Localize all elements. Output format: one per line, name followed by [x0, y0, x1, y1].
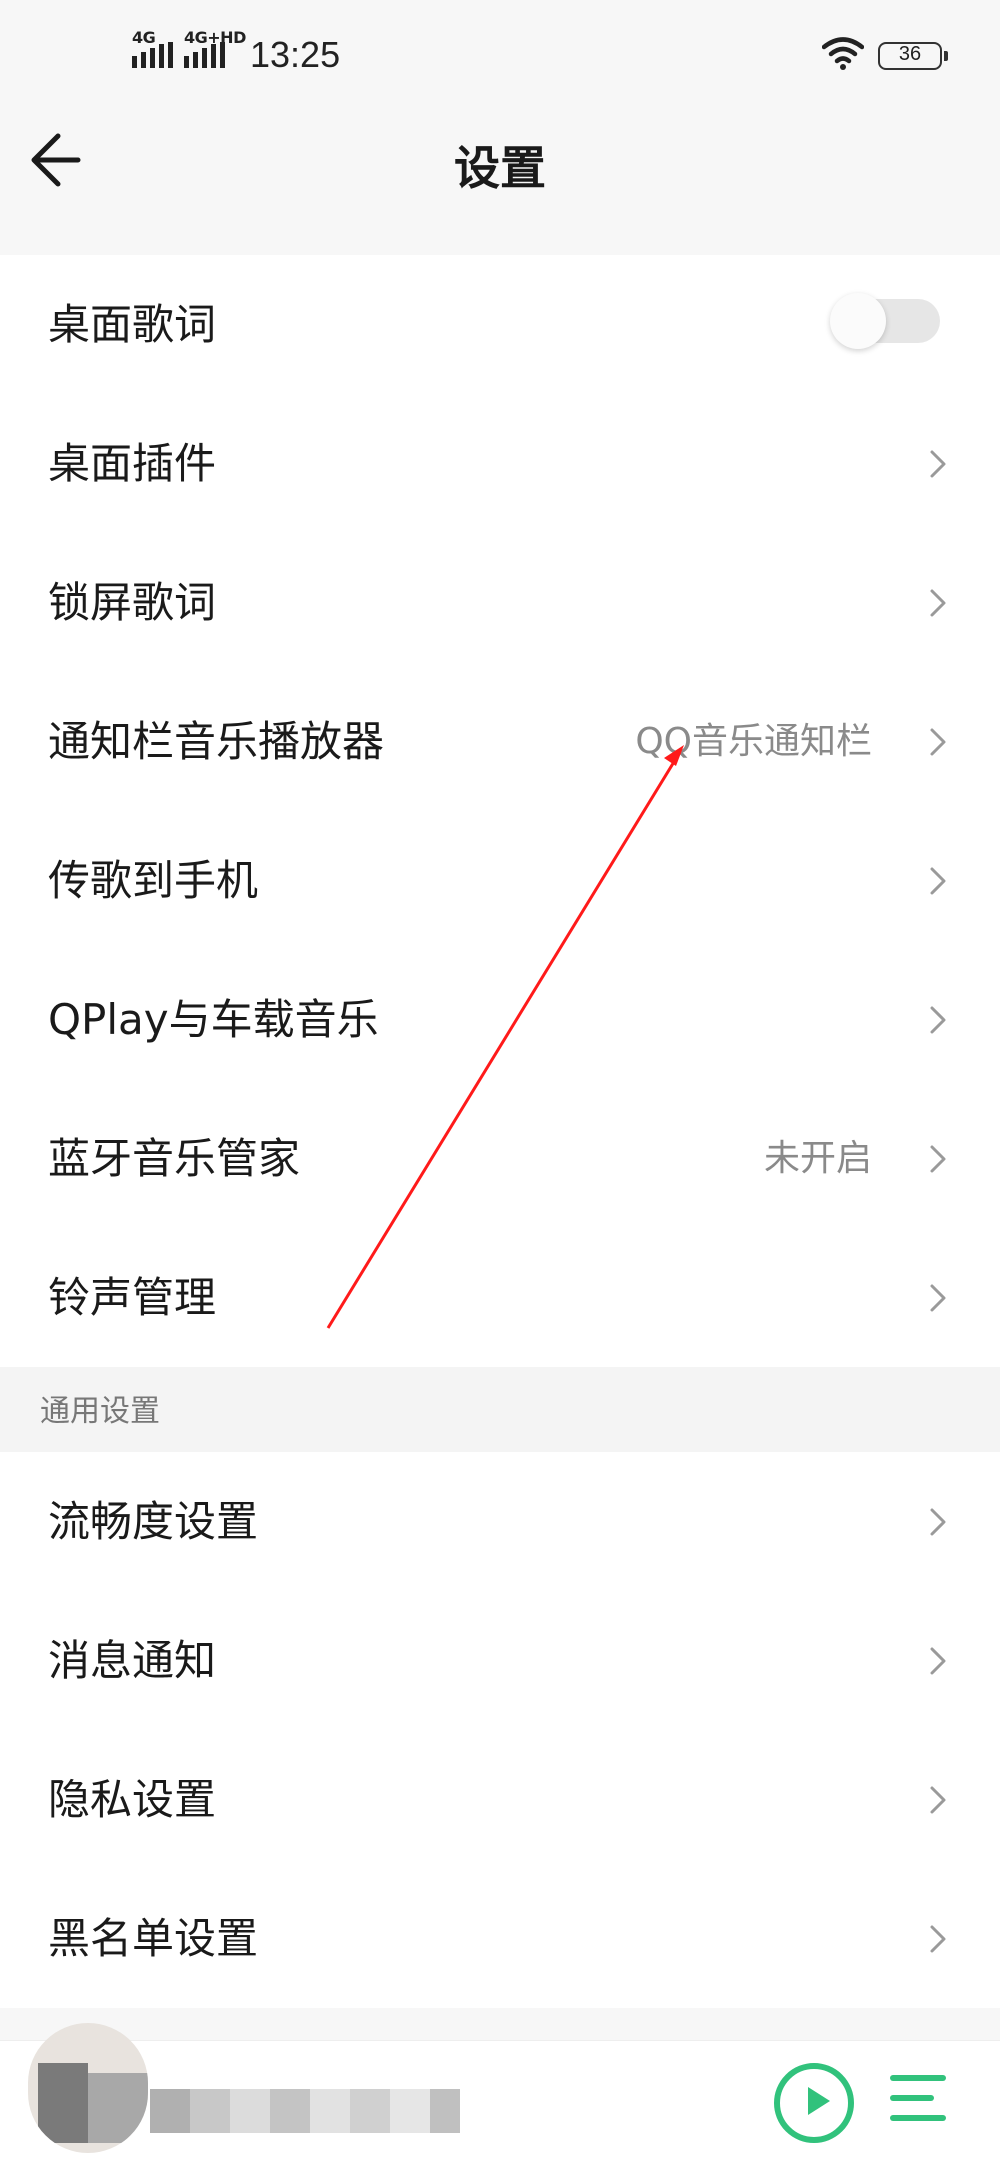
- album-art[interactable]: [28, 2023, 148, 2153]
- section-header-general: 通用设置: [0, 1367, 1000, 1452]
- chevron-right-icon: [930, 1508, 946, 1536]
- setting-label: 黑名单设置: [48, 1914, 259, 1963]
- sim2-signal-icon: 4G+HD: [184, 28, 246, 68]
- settings-group-main: 桌面歌词 桌面插件 锁屏歌词 通知栏音乐播放器 QQ音乐通知栏 传歌到手机 QP…: [0, 255, 1000, 1367]
- page-title: 设置: [454, 141, 546, 195]
- setting-label: QPlay与车载音乐: [48, 995, 379, 1044]
- setting-value: 未开启: [763, 1138, 872, 1179]
- setting-label: 隐私设置: [48, 1775, 217, 1824]
- setting-desktop-lyrics[interactable]: 桌面歌词: [0, 255, 1000, 394]
- setting-label: 铃声管理: [48, 1273, 217, 1322]
- battery-level: 36: [898, 43, 922, 65]
- setting-label: 传歌到手机: [48, 856, 259, 905]
- chevron-right-icon: [930, 728, 946, 756]
- chevron-right-icon: [930, 1006, 946, 1034]
- settings-group-general: 流畅度设置 消息通知 隐私设置 黑名单设置: [0, 1452, 1000, 2008]
- chevron-right-icon: [930, 450, 946, 478]
- chevron-right-icon: [930, 1145, 946, 1173]
- chevron-right-icon: [930, 1284, 946, 1312]
- play-circle-icon[interactable]: [774, 2063, 854, 2143]
- setting-message-notification[interactable]: 消息通知: [0, 1591, 1000, 1730]
- sim1-label: 4G: [132, 28, 156, 47]
- setting-label: 桌面歌词: [48, 300, 217, 349]
- setting-label: 消息通知: [48, 1636, 217, 1685]
- battery-icon: 36: [878, 42, 948, 70]
- setting-label: 通知栏音乐播放器: [48, 717, 385, 766]
- section-title: 通用设置: [40, 1394, 160, 1429]
- desktop-lyrics-toggle[interactable]: [830, 293, 940, 349]
- setting-qplay-car[interactable]: QPlay与车载音乐: [0, 950, 1000, 1089]
- chevron-right-icon: [930, 867, 946, 895]
- setting-label: 桌面插件: [48, 439, 217, 488]
- setting-privacy[interactable]: 隐私设置: [0, 1730, 1000, 1869]
- setting-notification-player[interactable]: 通知栏音乐播放器 QQ音乐通知栏: [0, 672, 1000, 811]
- sim2-label: 4G+HD: [184, 28, 246, 47]
- sim1-signal-icon: 4G: [132, 28, 173, 68]
- setting-desktop-widget[interactable]: 桌面插件: [0, 394, 1000, 533]
- wifi-icon: [822, 37, 864, 70]
- mini-player[interactable]: [0, 2023, 1000, 2167]
- setting-value: QQ音乐通知栏: [635, 721, 872, 762]
- chevron-right-icon: [930, 1925, 946, 1953]
- settings-page: 4G 4G+HD 13:25 36 设置 桌面歌词 桌面插件 锁屏歌词 通知栏音…: [0, 0, 1000, 2167]
- top-bar: 设置: [0, 110, 1000, 240]
- setting-label: 锁屏歌词: [48, 578, 217, 627]
- status-time: 13:25: [250, 34, 341, 75]
- chevron-right-icon: [930, 1786, 946, 1814]
- setting-lockscreen-lyrics[interactable]: 锁屏歌词: [0, 533, 1000, 672]
- setting-transfer-songs[interactable]: 传歌到手机: [0, 811, 1000, 950]
- setting-blacklist[interactable]: 黑名单设置: [0, 1869, 1000, 2008]
- setting-label: 流畅度设置: [48, 1497, 259, 1546]
- toggle-knob: [830, 293, 886, 349]
- setting-ringtone[interactable]: 铃声管理: [0, 1228, 1000, 1367]
- chevron-right-icon: [930, 1647, 946, 1675]
- status-bar: 4G 4G+HD 13:25 36: [0, 0, 1000, 110]
- playlist-icon[interactable]: [890, 2071, 950, 2127]
- setting-smoothness[interactable]: 流畅度设置: [0, 1452, 1000, 1591]
- chevron-right-icon: [930, 589, 946, 617]
- setting-bluetooth-music[interactable]: 蓝牙音乐管家 未开启: [0, 1089, 1000, 1228]
- setting-label: 蓝牙音乐管家: [48, 1134, 301, 1183]
